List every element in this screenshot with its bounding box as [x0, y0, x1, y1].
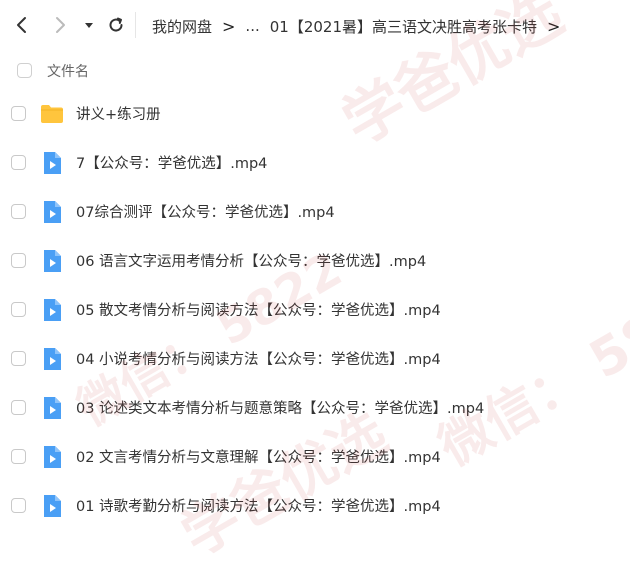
- list-item[interactable]: 04 小说考情分析与阅读方法【公众号：学爸优选】.mp4: [0, 335, 630, 384]
- breadcrumb-root[interactable]: 我的网盘: [152, 16, 212, 37]
- chevron-right-icon: [56, 17, 65, 33]
- breadcrumb-ellipsis[interactable]: ...: [245, 17, 259, 35]
- video-file-icon: [40, 151, 64, 175]
- file-name[interactable]: 05 散文考情分析与阅读方法【公众号：学爸优选】.mp4: [76, 299, 441, 320]
- folder-icon: [40, 102, 64, 126]
- select-all-checkbox[interactable]: [17, 63, 32, 78]
- back-button[interactable]: [8, 11, 36, 39]
- video-file-icon: [40, 494, 64, 518]
- list-item[interactable]: 05 散文考情分析与阅读方法【公众号：学爸优选】.mp4: [0, 286, 630, 335]
- item-checkbox[interactable]: [11, 449, 26, 464]
- item-checkbox[interactable]: [11, 253, 26, 268]
- file-name[interactable]: 03 论述类文本考情分析与题意策略【公众号：学爸优选】.mp4: [76, 397, 484, 418]
- list-item[interactable]: 03 论述类文本考情分析与题意策略【公众号：学爸优选】.mp4: [0, 384, 630, 433]
- video-file-icon: [40, 396, 64, 420]
- list-item[interactable]: 01 诗歌考勤分析与阅读方法【公众号：学爸优选】.mp4: [0, 482, 630, 531]
- file-name[interactable]: 01 诗歌考勤分析与阅读方法【公众号：学爸优选】.mp4: [76, 495, 441, 516]
- forward-button[interactable]: [46, 11, 74, 39]
- item-checkbox[interactable]: [11, 106, 26, 121]
- item-checkbox[interactable]: [11, 351, 26, 366]
- item-checkbox[interactable]: [11, 498, 26, 513]
- chevron-left-icon: [17, 17, 26, 33]
- list-item[interactable]: 06 语言文字运用考情分析【公众号：学爸优选】.mp4: [0, 237, 630, 286]
- file-name[interactable]: 07综合测评【公众号：学爸优选】.mp4: [76, 201, 335, 222]
- list-header: 文件名: [0, 52, 630, 90]
- video-file-icon: [40, 445, 64, 469]
- refresh-button[interactable]: [102, 11, 130, 39]
- caret-down-icon: [85, 23, 93, 28]
- toolbar-divider: [135, 12, 136, 38]
- history-dropdown-button[interactable]: [79, 11, 99, 39]
- file-name[interactable]: 04 小说考情分析与阅读方法【公众号：学爸优选】.mp4: [76, 348, 441, 369]
- file-list: 讲义+练习册 7【公众号：学爸优选】.mp4 07综合测评【公众号：学爸优选】.mp…: [0, 90, 630, 531]
- item-checkbox[interactable]: [11, 155, 26, 170]
- video-file-icon: [40, 298, 64, 322]
- video-file-icon: [40, 200, 64, 224]
- list-item[interactable]: 讲义+练习册: [0, 90, 630, 139]
- list-item[interactable]: 7【公众号：学爸优选】.mp4: [0, 139, 630, 188]
- breadcrumb-current[interactable]: 01【2021暑】高三语文决胜高考张卡特: [270, 16, 537, 37]
- list-item[interactable]: 07综合测评【公众号：学爸优选】.mp4: [0, 188, 630, 237]
- file-name[interactable]: 02 文言考情分析与文意理解【公众号：学爸优选】.mp4: [76, 446, 441, 467]
- video-file-icon: [40, 347, 64, 371]
- list-item[interactable]: 02 文言考情分析与文意理解【公众号：学爸优选】.mp4: [0, 433, 630, 482]
- file-name[interactable]: 7【公众号：学爸优选】.mp4: [76, 152, 267, 173]
- file-name[interactable]: 06 语言文字运用考情分析【公众号：学爸优选】.mp4: [76, 250, 426, 271]
- item-checkbox[interactable]: [11, 400, 26, 415]
- item-checkbox[interactable]: [11, 204, 26, 219]
- breadcrumb-separator: >: [222, 16, 236, 36]
- filename-column-header[interactable]: 文件名: [47, 61, 89, 81]
- refresh-icon: [109, 17, 123, 32]
- toolbar: 我的网盘 > ... 01【2021暑】高三语文决胜高考张卡特 >: [0, 0, 630, 50]
- video-file-icon: [40, 249, 64, 273]
- item-checkbox[interactable]: [11, 302, 26, 317]
- breadcrumb-separator-end: >: [547, 16, 561, 36]
- file-name[interactable]: 讲义+练习册: [76, 103, 161, 124]
- breadcrumb: 我的网盘 > ... 01【2021暑】高三语文决胜高考张卡特 >: [152, 15, 570, 37]
